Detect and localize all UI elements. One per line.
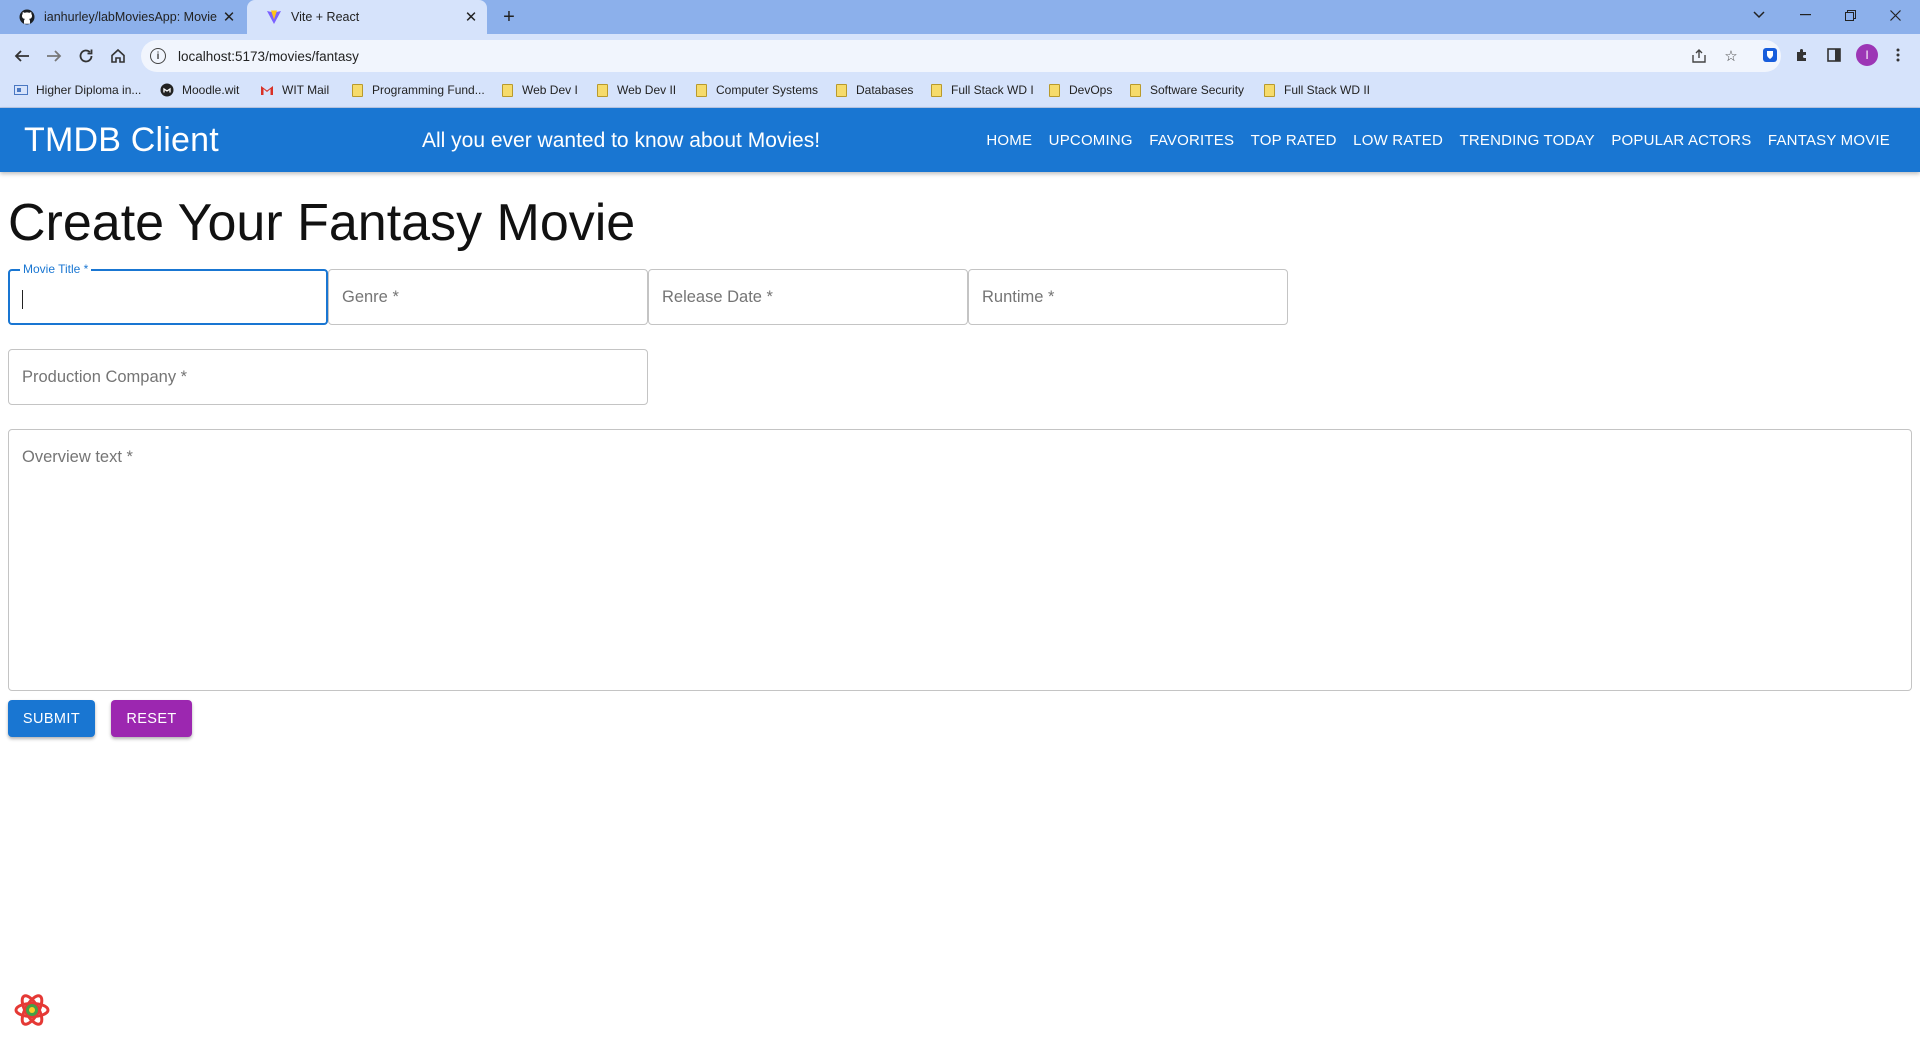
bookmark-label: Computer Systems [716, 83, 819, 97]
tab-title: Vite + React [291, 10, 360, 24]
profile-avatar[interactable]: I [1856, 44, 1878, 66]
bookmark-label: Full Stack WD I [951, 83, 1034, 97]
bookmark-folder[interactable]: Full Stack WD II [1262, 76, 1370, 104]
page-title: Create Your Fantasy Movie [8, 194, 636, 252]
browser-tab-github[interactable]: ianhurley/labMoviesApp: Movie ✕ [0, 0, 245, 34]
genre-placeholder: Genre * [342, 288, 399, 306]
bookmark-label: Higher Diploma in... [36, 83, 142, 97]
bookmark-folder[interactable]: Programming Fund... [350, 76, 485, 104]
forward-arrow-icon[interactable] [40, 42, 68, 70]
address-bar[interactable]: i localhost:5173/movies/fantasy ☆ [141, 40, 1781, 72]
folder-icon [834, 83, 848, 97]
nav-popular-actors[interactable]: POPULAR ACTORS [1603, 126, 1759, 155]
nav-upcoming[interactable]: UPCOMING [1041, 126, 1141, 155]
bitwarden-extension-icon[interactable] [1758, 43, 1782, 67]
app-brand: TMDB Client [24, 121, 219, 159]
bookmark-folder[interactable]: Computer Systems [694, 76, 818, 104]
overview-textarea[interactable]: Overview text * [8, 429, 1912, 691]
runtime-field[interactable]: Runtime * [968, 269, 1288, 325]
text-caret [22, 290, 23, 309]
browser-tab-vite[interactable]: Vite + React ✕ [247, 0, 487, 34]
vite-icon [266, 9, 282, 25]
production-company-field[interactable]: Production Company * [8, 349, 648, 405]
runtime-placeholder: Runtime * [982, 288, 1055, 306]
app-tagline: All you ever wanted to know about Movies… [422, 129, 821, 152]
release-date-field[interactable]: Release Date * [648, 269, 968, 325]
doc-icon [14, 83, 28, 97]
movie-title-field[interactable]: Movie Title * [8, 262, 328, 325]
folder-icon [350, 83, 364, 97]
production-company-placeholder: Production Company * [22, 368, 188, 386]
nav-fantasy-movie[interactable]: FANTASY MOVIE [1760, 126, 1898, 155]
nav-trending-today[interactable]: TRENDING TODAY [1452, 126, 1603, 155]
site-info-icon[interactable]: i [150, 48, 166, 64]
bookmark-label: Web Dev II [617, 83, 677, 97]
url-text: localhost:5173/movies/fantasy [178, 48, 359, 64]
back-arrow-icon[interactable] [8, 42, 36, 70]
bookmark-folder[interactable]: DevOps [1047, 76, 1112, 104]
devtools-logo-icon[interactable] [12, 990, 52, 1030]
new-tab-button[interactable]: + [497, 5, 521, 29]
bookmark-label: Moodle.wit [182, 83, 240, 97]
browser-menu-icon[interactable] [1886, 43, 1910, 67]
bookmark-item[interactable]: WIT Mail [260, 76, 329, 104]
overview-placeholder: Overview text * [22, 448, 133, 466]
bookmark-label: Full Stack WD II [1284, 83, 1371, 97]
tab-title: ianhurley/labMoviesApp: Movie [44, 10, 218, 24]
tab-search-icon[interactable] [1737, 0, 1781, 30]
bookmark-label: DevOps [1069, 83, 1113, 97]
bookmark-label: Software Security [1150, 83, 1245, 97]
restore-button[interactable] [1828, 0, 1872, 30]
gmail-icon [260, 83, 274, 97]
close-tab-icon[interactable]: ✕ [461, 7, 481, 27]
github-icon [19, 9, 35, 25]
release-date-placeholder: Release Date * [662, 288, 773, 306]
close-window-button[interactable] [1873, 0, 1917, 30]
home-icon[interactable] [104, 42, 132, 70]
bookmarks-bar: Higher Diploma in... Moodle.wit WIT Mail… [0, 76, 1920, 108]
bookmark-folder[interactable]: Software Security [1128, 76, 1244, 104]
folder-icon [1047, 83, 1061, 97]
bookmark-item[interactable]: Higher Diploma in... [14, 76, 141, 104]
genre-field[interactable]: Genre * [328, 269, 648, 325]
bookmark-item[interactable]: Moodle.wit [160, 76, 239, 104]
share-icon[interactable] [1687, 40, 1711, 72]
moodle-icon [160, 83, 174, 97]
movie-title-label: Movie Title * [20, 262, 92, 276]
browser-toolbar: i localhost:5173/movies/fantasy ☆ I [0, 34, 1920, 76]
bookmark-folder[interactable]: Web Dev II [595, 76, 676, 104]
bookmark-star-icon[interactable]: ☆ [1719, 40, 1743, 72]
nav-favorites[interactable]: FAVORITES [1141, 126, 1242, 155]
bookmark-folder[interactable]: Full Stack WD I [929, 76, 1034, 104]
nav-home[interactable]: HOME [978, 126, 1040, 155]
minimize-button[interactable] [1783, 0, 1827, 30]
side-panel-icon[interactable] [1822, 43, 1846, 67]
bookmark-folder[interactable]: Databases [834, 76, 913, 104]
folder-icon [1262, 83, 1276, 97]
bookmark-folder[interactable]: Web Dev I [500, 76, 578, 104]
reset-button[interactable]: RESET [111, 700, 192, 737]
folder-icon [595, 83, 609, 97]
submit-button[interactable]: SUBMIT [8, 700, 95, 737]
folder-icon [929, 83, 943, 97]
nav-low-rated[interactable]: LOW RATED [1345, 126, 1451, 155]
browser-tabstrip: ianhurley/labMoviesApp: Movie ✕ Vite + R… [0, 0, 1920, 34]
folder-icon [694, 83, 708, 97]
nav-top-rated[interactable]: TOP RATED [1243, 126, 1345, 155]
bookmark-label: Programming Fund... [372, 83, 485, 97]
close-tab-icon[interactable]: ✕ [219, 7, 239, 27]
folder-icon [500, 83, 514, 97]
main-nav: HOME UPCOMING FAVORITES TOP RATED LOW RA… [978, 108, 1898, 172]
app-header: TMDB Client All you ever wanted to know … [0, 108, 1920, 172]
folder-icon [1128, 83, 1142, 97]
bookmark-label: Web Dev I [522, 83, 578, 97]
bookmark-label: Databases [856, 83, 914, 97]
bookmark-label: WIT Mail [282, 83, 330, 97]
reload-icon[interactable] [72, 42, 100, 70]
extensions-puzzle-icon[interactable] [1790, 43, 1814, 67]
